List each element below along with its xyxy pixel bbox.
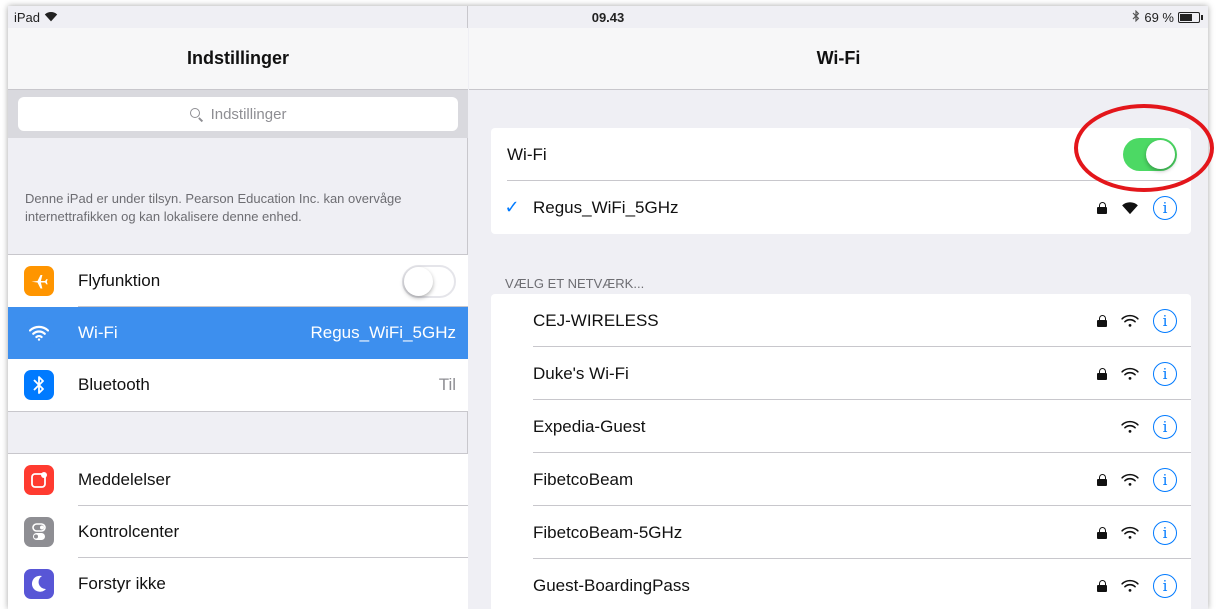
network-row[interactable]: FibetcoBeam-5GHz i [491,506,1191,559]
settings-item-label: Flyfunktion [78,271,161,290]
settings-item-label: Wi-Fi [78,323,118,342]
control-center-icon [24,517,54,547]
info-icon[interactable]: i [1153,361,1177,386]
network-row[interactable]: Guest-BoardingPass i [491,559,1191,609]
detail-navigation-bar: Wi-Fi [469,28,1208,90]
checkmark-icon: ✓ [504,197,520,217]
settings-item-wifi[interactable]: Wi-Fi Regus_WiFi_5GHz [8,307,468,359]
network-name: FibetcoBeam [533,469,634,489]
lock-icon [1097,526,1107,539]
info-icon[interactable]: i [1153,573,1177,598]
settings-group-connectivity: Flyfunktion Wi-Fi Regus_WiFi_5GHz Blueto… [8,254,468,412]
settings-item-label: Forstyr ikke [78,574,166,593]
network-name: Regus_WiFi_5GHz [533,197,679,217]
wifi-signal-icon [1121,201,1139,215]
wifi-signal-icon [1121,314,1139,328]
network-row[interactable]: Expedia-Guest i [491,400,1191,453]
status-right: 69 % [1132,9,1203,25]
choose-network-header: VÆLG ET NETVÆRK... [505,276,645,291]
wifi-toggle-label: Wi-Fi [507,144,547,164]
settings-item-control-center[interactable]: Kontrolcenter [8,506,468,558]
network-name: Duke's Wi-Fi [533,363,629,383]
network-row[interactable]: CEJ-WIRELESS i [491,294,1191,347]
wifi-signal-icon [1121,526,1139,540]
search-input[interactable]: Indstillinger [18,97,458,131]
info-icon[interactable]: i [1153,520,1177,545]
detail-title: Wi-Fi [816,48,861,68]
wifi-signal-icon [1121,473,1139,487]
settings-item-value: Regus_WiFi_5GHz [310,323,457,342]
ipad-screen: Indstillinger Indstillinger Denne iPad e… [8,6,1208,609]
network-row[interactable]: Duke's Wi-Fi i [491,347,1191,400]
battery-percentage: 69 % [1144,10,1174,25]
settings-item-label: Kontrolcenter [78,522,180,541]
airplane-icon [24,266,54,296]
wifi-icon [24,318,54,348]
search-icon [189,107,203,121]
settings-item-do-not-disturb[interactable]: Forstyr ikke [8,558,468,609]
wifi-current-card: Wi-Fi ✓ Regus_WiFi_5GHz i [491,128,1191,234]
info-icon[interactable]: i [1153,414,1177,439]
master-title: Indstillinger [186,48,289,68]
wifi-signal-icon [1121,579,1139,593]
wifi-toggle-row: Wi-Fi [491,128,1191,181]
lock-icon [1097,367,1107,380]
master-navigation-bar: Indstillinger [8,28,468,90]
info-icon[interactable]: i [1153,308,1177,333]
settings-item-notifications[interactable]: Meddelelser [8,454,468,506]
network-name: FibetcoBeam-5GHz [533,522,683,542]
info-icon[interactable]: i [1153,467,1177,492]
network-name: Expedia-Guest [533,416,646,436]
notifications-icon [24,465,54,495]
bluetooth-icon [24,370,54,400]
lock-icon [1097,201,1107,214]
bluetooth-icon [1132,9,1140,25]
settings-master-pane: Indstillinger Indstillinger Denne iPad e… [8,6,468,609]
settings-item-label: Meddelelser [78,470,171,489]
settings-item-value: Til [438,375,456,394]
battery-icon [1178,12,1203,23]
available-networks-card: CEJ-WIRELESS i Duke's Wi-Fi i Expedia-Guest i… [491,294,1191,609]
settings-item-label: Bluetooth [78,375,150,394]
info-icon[interactable]: i [1153,195,1177,220]
network-row[interactable]: FibetcoBeam i [491,453,1191,506]
status-bar: iPad 09.43 69 % [8,6,1208,28]
settings-item-bluetooth[interactable]: Bluetooth Til [8,359,468,411]
supervision-note: Denne iPad er under tilsyn. Pearson Educ… [25,191,402,224]
search-bar: Indstillinger [8,90,468,138]
status-time: 09.43 [591,10,625,25]
moon-icon [24,569,54,599]
lock-icon [1097,473,1107,486]
wifi-detail-pane: Wi-Fi Wi-Fi ✓ Regus_WiFi_5GHz i VÆLG ET … [469,6,1208,609]
network-name: Guest-BoardingPass [533,575,690,595]
connected-network-row[interactable]: ✓ Regus_WiFi_5GHz i [491,181,1191,234]
wifi-signal-icon [1121,367,1139,381]
lock-icon [1097,579,1107,592]
settings-item-airplane-mode[interactable]: Flyfunktion [8,255,468,307]
lock-icon [1097,314,1107,327]
wifi-signal-icon [1121,420,1139,434]
wifi-toggle[interactable] [1123,138,1177,171]
search-placeholder: Indstillinger [210,105,287,123]
settings-group-system: Meddelelser Kontrolcenter Forstyr ikke [8,453,468,609]
network-name: CEJ-WIRELESS [533,310,659,330]
airplane-mode-toggle[interactable] [402,264,456,298]
